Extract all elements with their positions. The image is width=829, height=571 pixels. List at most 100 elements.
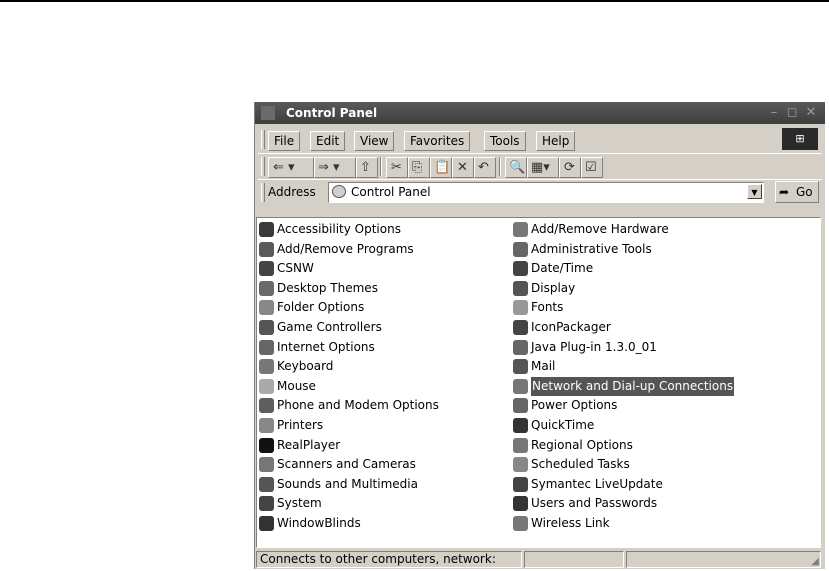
applet-icon [513,241,528,257]
control-panel-item-label: QuickTime [531,418,595,432]
properties-button[interactable]: ☑ [581,157,603,178]
properties-icon: ☑ [585,160,597,175]
menu-edit[interactable]: Edit [310,131,346,151]
status-pane-2 [524,551,624,568]
top-rule [0,0,829,2]
maximize-icon[interactable]: ◻ [785,105,799,120]
go-arrow-icon: ➦ [779,185,790,199]
menu-file[interactable]: File [268,131,301,151]
control-panel-item-label: Users and Passwords [531,496,658,511]
address-input[interactable]: Control Panel ▼ [328,182,764,203]
address-dropdown-button[interactable]: ▼ [747,184,762,199]
control-panel-item-label: Power Options [531,398,618,413]
cut-button[interactable]: ✂ [386,157,408,178]
window-icon[interactable] [261,106,275,120]
resize-grip-icon[interactable]: ◢ [811,556,819,567]
control-panel-item-label: Accessibility Options [277,222,401,236]
control-panel-item-label: Sounds and Multimedia [277,476,418,491]
up-folder-icon: ⇧ [360,160,371,175]
applet-icon [259,241,274,257]
undo-button[interactable]: ↶ [474,157,496,178]
control-panel-item-label: Network and Dial-up Connections [531,376,735,396]
applet-icon [259,378,274,394]
applet-icon [513,418,528,433]
address-value[interactable]: Control Panel [351,185,431,199]
control-panel-item-label: Mail [531,359,556,374]
applet-icon [259,516,274,531]
title-bar[interactable]: Control Panel – ◻ ✕ [255,102,825,124]
control-panel-item-label: Printers [277,418,324,432]
cut-icon: ✂ [391,160,402,175]
close-icon[interactable]: ✕ [804,105,818,120]
menu-bar: File Edit View Favorites Tools Help ⊞ [258,127,822,152]
applet-icon [513,280,528,296]
control-panel-item-label: Add/Remove Hardware [531,222,669,236]
control-panel-item-label: Folder Options [277,300,365,315]
control-panel-item-label: Scheduled Tasks [531,457,630,472]
forward-icon: ⇒ ▾ [318,160,340,175]
delete-button[interactable]: ✕ [452,157,474,178]
control-panel-item-label: Java Plug-in 1.3.0_01 [531,339,657,354]
undo-icon: ↶ [478,160,489,175]
back-icon: ⇐ ▾ [273,160,295,175]
toolbar-grip[interactable] [261,157,265,176]
applet-icon [259,457,274,473]
menu-view[interactable]: View [354,131,395,151]
menu-tools[interactable]: Tools [484,131,526,151]
control-panel-item-label: Display [531,280,576,295]
applet-icon [259,418,274,433]
applet-icon [513,496,528,512]
control-panel-item-label: Administrative Tools [531,241,652,256]
applet-icon [259,280,274,296]
go-button[interactable]: ➦ Go [775,181,819,203]
applet-icon [513,222,528,237]
applet-icon [513,300,528,316]
applet-icon [259,496,274,512]
control-panel-item-label: Add/Remove Programs [277,241,414,256]
control-panel-item-label: CSNW [277,261,314,276]
applet-icon [513,359,528,375]
control-panel-item-label: IconPackager [531,320,611,334]
applet-icon [513,457,528,473]
control-panel-item-label: WindowBlinds [277,516,361,530]
address-bar: Address Control Panel ▼ ➦ Go [258,179,822,205]
copy-button[interactable]: ⎘ [408,157,430,178]
refresh-icon: ⟳ [564,160,575,175]
control-panel-item-label: System [277,496,322,511]
minimize-icon[interactable]: – [767,105,781,120]
applet-icon [259,222,274,237]
control-panel-item-label: Mouse [277,378,316,393]
applet-icon [259,437,274,453]
status-pane-3 [626,551,821,568]
applet-icon [259,398,274,414]
control-panel-item-label: Symantec LiveUpdate [531,476,663,491]
menubar-grip[interactable] [261,130,265,149]
paste-button[interactable]: 📋 [430,157,452,178]
applet-icon [513,261,528,277]
control-panel-item-label: Regional Options [531,437,633,452]
views-button[interactable]: ▦▾ [527,157,559,178]
menu-help[interactable]: Help [536,131,576,151]
applet-icon [513,476,528,492]
control-panel-item-label: Desktop Themes [277,280,378,295]
standard-toolbar: ⇐ ▾ ⇒ ▾ ⇧ ✂ ⎘ 📋 ✕ ↶ 🔍 ▦▾ ⟳ ☑ [258,153,822,179]
search-button[interactable]: 🔍 [505,157,527,178]
back-button[interactable]: ⇐ ▾ [268,157,314,178]
toolbar-separator [499,157,501,176]
control-panel-icon [332,185,346,198]
copy-icon: ⎘ [412,160,423,175]
up-button[interactable]: ⇧ [356,157,378,178]
control-panel-item-label: Date/Time [531,261,594,276]
applet-icon [513,339,528,355]
status-text: Connects to other computers, network: [256,551,522,568]
views-icon: ▦▾ [531,160,550,175]
address-label: Address [268,185,316,199]
addressbar-grip[interactable] [261,183,265,202]
applet-icon [513,516,528,531]
forward-button[interactable]: ⇒ ▾ [314,157,356,178]
applet-icon [259,359,274,375]
control-panel-window: Control Panel – ◻ ✕ File Edit View Favor… [254,102,825,569]
menu-favorites[interactable]: Favorites [404,131,471,151]
control-panel-item-label: RealPlayer [277,437,341,452]
refresh-button[interactable]: ⟳ [559,157,581,178]
